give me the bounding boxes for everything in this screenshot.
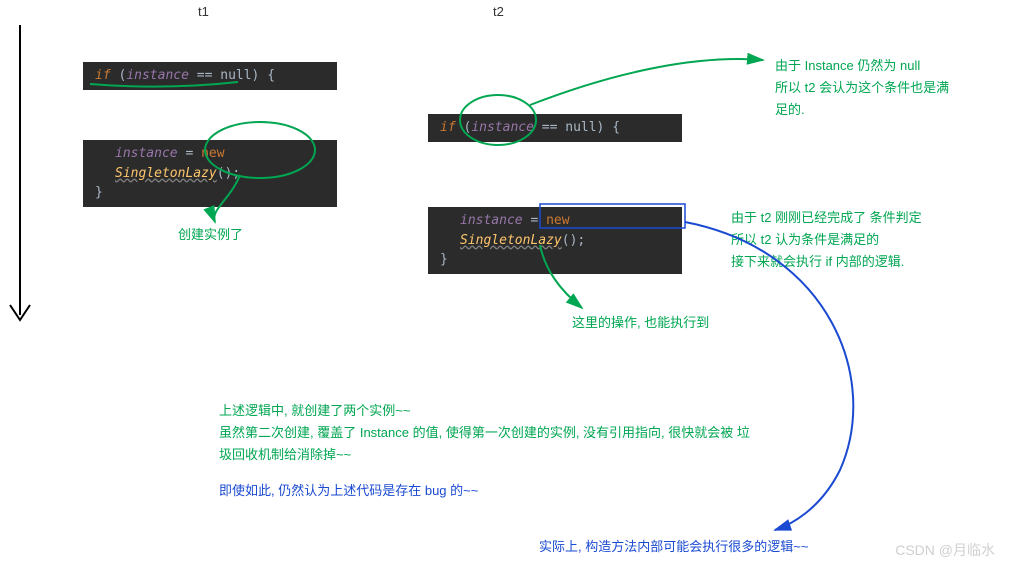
annotation-constructor: 实际上, 构造方法内部可能会执行很多的逻辑~~ xyxy=(539,536,808,558)
annotation-bug: 即使如此, 仍然认为上述代码是存在 bug 的~~ xyxy=(219,480,478,502)
annotation-condition-done: 由于 t2 刚刚已经完成了 条件判定 所以 t2 认为条件是满足的 接下来就会执… xyxy=(731,207,922,273)
code-t2-if: if (instance == null) { xyxy=(428,114,682,142)
watermark: CSDN @月临水 xyxy=(895,540,995,560)
label-t1: t1 xyxy=(198,4,209,19)
code-t2-new: instance = new SingletonLazy(); } xyxy=(428,207,682,274)
annotation-two-instances: 上述逻辑中, 就创建了两个实例~~ 虽然第二次创建, 覆盖了 Instance … xyxy=(219,400,779,466)
code-t1-new: instance = new SingletonLazy(); } xyxy=(83,140,337,207)
annotation-can-execute: 这里的操作, 也能执行到 xyxy=(572,312,709,334)
annotation-instance-null: 由于 Instance 仍然为 null 所以 t2 会认为这个条件也是满 足的… xyxy=(775,55,949,121)
annotation-instance-created: 创建实例了 xyxy=(178,224,243,246)
code-t1-if: if (instance == null) { xyxy=(83,62,337,90)
label-t2: t2 xyxy=(493,4,504,19)
